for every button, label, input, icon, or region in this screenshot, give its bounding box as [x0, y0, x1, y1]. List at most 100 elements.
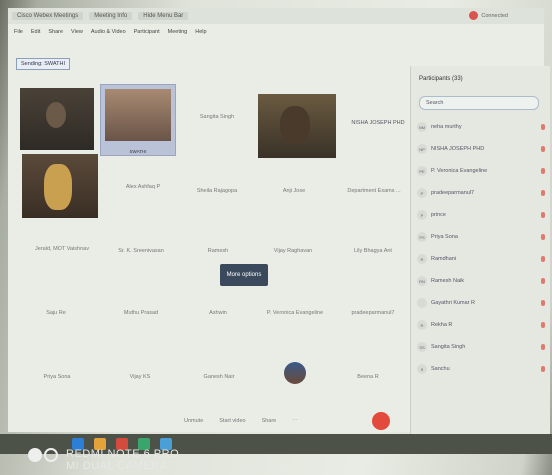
menu-bar: File Edit Share View Audio & Video Parti… — [8, 24, 544, 40]
tile-sangita[interactable]: Sangita Singh — [184, 110, 250, 124]
meeting-controls: Unmute Start video Share ⋯ — [184, 418, 298, 424]
muted-mic-icon — [541, 344, 545, 350]
participant-row[interactable]: NP NISHA JOSEPH PHD — [417, 142, 545, 156]
participant-name: Rekha R — [431, 322, 453, 328]
participant-avatar: RN — [417, 276, 427, 286]
participant-video-image — [105, 89, 171, 141]
menu-edit[interactable]: Edit — [31, 29, 40, 35]
participant-avatar: NP — [417, 144, 427, 154]
participant-name: Priya Sona — [431, 234, 458, 240]
menu-help[interactable]: Help — [195, 29, 206, 35]
tile-alex[interactable]: Alex Ashfaq P — [110, 180, 176, 194]
tile-vijay[interactable]: Vijay Raghavan — [260, 244, 326, 258]
participants-panel: Participants (33) Search NM neha murthy NP… — [410, 66, 550, 440]
participant-avatar: PE — [417, 166, 427, 176]
participant-avatar: SS — [417, 342, 427, 352]
window-tab-webex[interactable]: Cisco Webex Meetings — [12, 12, 84, 20]
more-button[interactable]: ⋯ — [292, 418, 298, 424]
video-tile-3[interactable] — [258, 94, 336, 158]
connected-label: Connected — [481, 12, 508, 19]
more-options-button[interactable]: More options — [220, 264, 268, 286]
participant-name: prince — [431, 212, 446, 218]
muted-mic-icon — [541, 146, 545, 152]
tile-dept[interactable]: Department Exams ... — [338, 184, 410, 198]
participant-row[interactable]: Ppradeeparmanul7 — [417, 186, 545, 200]
muted-mic-icon — [541, 124, 545, 130]
participant-name: NISHA JOSEPH PHD — [431, 146, 485, 152]
participant-row[interactable]: S Sanchu — [417, 362, 545, 376]
muted-mic-icon — [541, 278, 545, 284]
participant-search-input[interactable]: Search — [419, 96, 539, 110]
tile-ramesh[interactable]: Ramesh — [188, 244, 248, 258]
window-tab-meeting-info[interactable]: Meeting Info — [89, 12, 133, 20]
participant-avatar — [417, 298, 427, 308]
participant-avatar: P — [417, 188, 427, 198]
participant-row[interactable]: RN Ramesh Naik — [417, 274, 545, 288]
video-tile-4[interactable] — [22, 154, 98, 218]
participant-avatar: R — [417, 320, 427, 330]
muted-mic-icon — [541, 168, 545, 174]
menu-meeting[interactable]: Meeting — [168, 29, 188, 35]
participant-row[interactable]: NM neha murthy — [417, 120, 545, 134]
muted-mic-icon — [541, 300, 545, 306]
tile-beena[interactable]: Beena R — [338, 370, 398, 384]
end-meeting-button[interactable] — [372, 412, 390, 430]
unmute-button[interactable]: Unmute — [184, 418, 203, 424]
tile-saju[interactable]: Saju Re — [28, 306, 84, 320]
tile-vijuy[interactable]: Vijay KS — [110, 370, 170, 384]
participant-avatar: R — [417, 254, 427, 264]
participant-row[interactable]: PE P. Veronica Evangeline — [417, 164, 545, 178]
tile-lily[interactable]: Lily Bhagya Ant — [338, 244, 408, 258]
menu-view[interactable]: View — [71, 29, 83, 35]
tile-verinica[interactable]: P. Veronica Evangeline — [258, 306, 332, 320]
tile-pradeep[interactable]: pradeeparmanul7 — [338, 306, 408, 320]
participant-avatar: NM — [417, 122, 427, 132]
participant-name: pradeeparmanul7 — [431, 190, 475, 196]
participant-name: Ramdhani — [431, 256, 457, 262]
start-video-button[interactable]: Start video — [219, 418, 245, 424]
tile-anji[interactable]: Anji Jose — [264, 184, 324, 198]
tile-sheila[interactable]: Sheila Rajagopa — [184, 184, 250, 198]
connected-icon — [469, 11, 479, 20]
watermark-line2: MI DUAL CAMERA — [66, 460, 168, 472]
participant-avatar: S — [417, 364, 427, 374]
tile-ashwin[interactable]: Ashwin — [190, 306, 246, 320]
share-button[interactable]: Share — [262, 418, 277, 424]
participant-avatar-image — [46, 102, 66, 128]
participant-row[interactable]: PS Priya Sona — [417, 230, 545, 244]
participant-avatar: P — [417, 210, 427, 220]
participant-name: Ramesh Naik — [431, 278, 465, 284]
menu-file[interactable]: File — [14, 29, 23, 35]
watermark-ring-icon — [44, 448, 58, 462]
menu-participant[interactable]: Participant — [134, 29, 160, 35]
participant-name: Gayathri Kumar R — [431, 300, 476, 306]
tile-sreenivas[interactable]: Sr. K. Sreenivasan — [106, 244, 176, 258]
participant-row[interactable]: SS Sangita Singh — [417, 340, 545, 354]
participant-row[interactable]: Gayathri Kumar R — [417, 296, 545, 310]
tile-jerald[interactable]: Jerald, MOT Vaishnav — [22, 242, 102, 256]
tile-muthu[interactable]: Muthu Prasad — [108, 306, 174, 320]
watermark-dot-icon — [28, 448, 42, 462]
participant-row[interactable]: R Ramdhani — [417, 252, 545, 266]
muted-mic-icon — [541, 234, 545, 240]
tile-nisha[interactable]: NISHA JOSEPH PHD — [342, 116, 414, 130]
sending-badge: Sending: SWATHI — [16, 58, 71, 70]
tile-priya[interactable]: Priya Sona — [32, 370, 82, 384]
tile-ganesh[interactable]: Ganesh Nair — [190, 370, 248, 384]
participant-avatar: PS — [417, 232, 427, 242]
muted-mic-icon — [541, 256, 545, 262]
participant-avatar-image[interactable] — [284, 362, 306, 384]
video-tile-1[interactable] — [20, 88, 94, 150]
muted-mic-icon — [541, 212, 545, 218]
muted-mic-icon — [541, 322, 545, 328]
photo-frame: Cisco Webex Meetings Meeting Info Hide M… — [0, 0, 552, 475]
menu-share[interactable]: Share — [48, 29, 63, 35]
participant-row[interactable]: Pprince — [417, 208, 545, 222]
window-tab-hide-menu[interactable]: Hide Menu Bar — [138, 12, 189, 20]
menu-audio-video[interactable]: Audio & Video — [91, 29, 126, 35]
tile-name: SWATHI — [129, 149, 147, 154]
participant-row[interactable]: R Rekha R — [417, 318, 545, 332]
video-tile-swathi[interactable]: SWATHI — [100, 84, 176, 156]
participant-video-image — [280, 106, 310, 144]
connection-status[interactable]: Connected — [469, 11, 508, 20]
